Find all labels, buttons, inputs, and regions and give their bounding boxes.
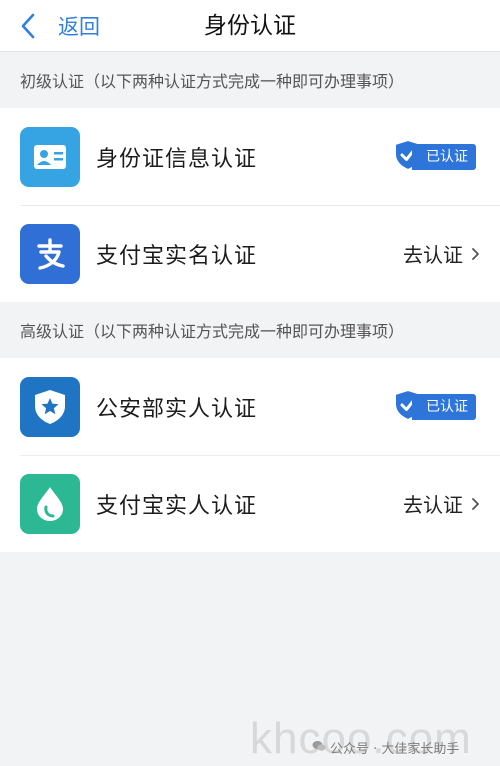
section-heading-advanced: 高级认证（以下两种认证方式完成一种即可办理事项） (20, 322, 405, 341)
auth-row-alipay-face[interactable]: 支付宝实人认证 去认证 (0, 455, 500, 552)
chevron-left-icon (20, 13, 36, 39)
watermark-caption-text: 公众号 · 大佳家长助手 (330, 742, 460, 757)
auth-row-alipay-realname[interactable]: 支付宝实名认证 去认证 (0, 205, 500, 302)
status-badge: 已认证 (412, 143, 476, 170)
verified-badge: 已认证 (394, 138, 476, 175)
go-verify-label: 去认证 (403, 243, 463, 267)
alipay-icon (20, 223, 80, 284)
police-shield-icon (20, 376, 80, 437)
auth-row-label: 公安部实人认证 (96, 396, 258, 422)
auth-row-label: 支付宝实人认证 (96, 493, 258, 519)
chevron-right-icon (471, 492, 480, 516)
auth-row-label: 支付宝实名认证 (96, 243, 258, 269)
auth-row-id-card[interactable]: 身份证信息认证 已认证 (0, 108, 500, 205)
id-card-icon (20, 126, 80, 187)
wechat-icon (312, 740, 326, 756)
face-drop-icon (20, 473, 80, 534)
nav-bar: 返回 身份认证 (0, 0, 500, 52)
verified-badge: 已认证 (394, 388, 476, 425)
go-verify-link[interactable]: 去认证 (403, 239, 480, 268)
advanced-auth-list: 公安部实人认证 已认证 支付宝实人认证 去认证 (0, 358, 500, 552)
back-button[interactable]: 返回 (20, 0, 100, 52)
watermark-caption: 公众号 · 大佳家长助手 (312, 738, 459, 757)
auth-row-police[interactable]: 公安部实人认证 已认证 (0, 358, 500, 455)
go-verify-link[interactable]: 去认证 (403, 489, 480, 518)
auth-row-label: 身份证信息认证 (96, 146, 258, 172)
section-heading-basic: 初级认证（以下两种认证方式完成一种即可办理事项） (20, 72, 405, 91)
back-label: 返回 (58, 15, 100, 39)
basic-auth-list: 身份证信息认证 已认证 支付宝实名认证 去认证 (0, 108, 500, 302)
chevron-right-icon (471, 242, 480, 266)
status-badge: 已认证 (412, 393, 476, 420)
go-verify-label: 去认证 (403, 493, 463, 517)
